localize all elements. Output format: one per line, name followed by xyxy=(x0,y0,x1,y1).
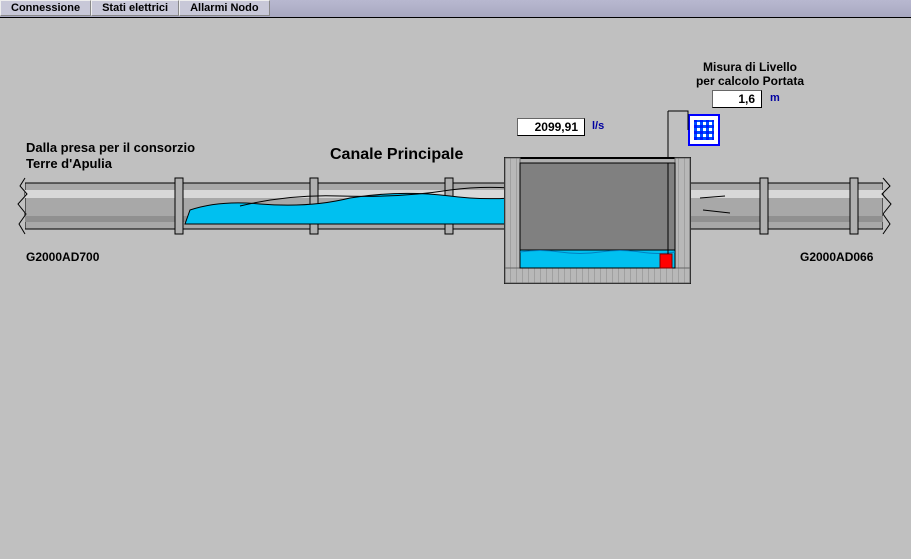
menu-connessione[interactable]: Connessione xyxy=(0,0,91,16)
canal-diagram xyxy=(0,18,911,318)
left-pipe xyxy=(18,178,510,234)
right-pipe xyxy=(690,178,891,234)
measurement-chamber xyxy=(505,158,690,283)
menu-allarmi-nodo[interactable]: Allarmi Nodo xyxy=(179,0,269,16)
scada-canvas: Misura di Livello per calcolo Portata 1,… xyxy=(0,18,911,559)
menu-stati-elettrici[interactable]: Stati elettrici xyxy=(91,0,179,16)
menubar: Connessione Stati elettrici Allarmi Nodo xyxy=(0,0,911,18)
